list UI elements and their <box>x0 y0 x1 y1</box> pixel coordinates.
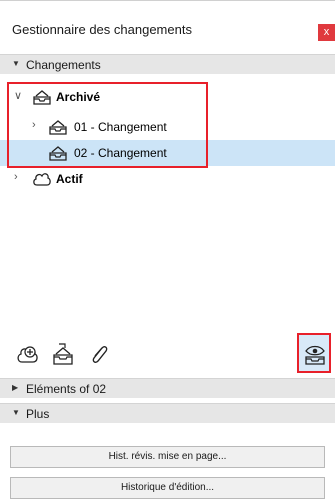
paperclip-icon[interactable] <box>86 342 112 368</box>
section-elements-header[interactable]: ▶ Eléments of 02 <box>0 378 335 398</box>
eye-tray-icon <box>305 345 325 365</box>
cloud-icon <box>32 170 52 188</box>
section-changes-header[interactable]: ▼ Changements <box>0 54 335 74</box>
tree-item-change-02[interactable]: 02 - Changement <box>0 140 335 166</box>
top-border <box>0 0 335 1</box>
archive-tray-icon <box>48 144 68 162</box>
section-more-label: Plus <box>26 407 50 421</box>
show-changes-toggle-button[interactable] <box>297 333 331 373</box>
close-button[interactable]: x <box>318 24 335 41</box>
tree-item-archived[interactable]: ∨ Archivé <box>0 84 335 110</box>
edit-history-button[interactable]: Historique d'édition... <box>10 477 325 499</box>
caret-right-icon: ▶ <box>12 383 19 392</box>
import-tray-icon[interactable] <box>50 342 76 368</box>
tree-item-change-01[interactable]: › 01 - Changement <box>0 114 335 140</box>
chevron-right-icon[interactable]: › <box>14 171 18 183</box>
chevron-right-icon[interactable]: › <box>32 119 36 131</box>
caret-down-icon: ▼ <box>12 59 20 68</box>
tree-item-label: Actif <box>56 172 83 186</box>
panel-title: Gestionnaire des changements <box>12 22 192 37</box>
archive-tray-icon <box>48 118 68 136</box>
section-changes-label: Changements <box>26 58 101 72</box>
section-more-header[interactable]: ▼ Plus <box>0 403 335 423</box>
tree-item-label: Archivé <box>56 90 101 104</box>
tree-item-label: 02 - Changement <box>74 146 167 160</box>
tree-item-label: 01 - Changement <box>74 120 167 134</box>
add-change-icon[interactable] <box>14 342 40 368</box>
changes-toolbar <box>0 334 335 376</box>
archive-tray-icon <box>32 88 52 106</box>
layout-revision-history-button[interactable]: Hist. révis. mise en page... <box>10 446 325 468</box>
panel-titlebar: Gestionnaire des changements x <box>0 0 335 50</box>
section-elements-label: Eléments of 02 <box>26 382 107 396</box>
caret-down-icon: ▼ <box>12 408 20 417</box>
chevron-down-icon[interactable]: ∨ <box>14 89 22 102</box>
changes-tree: ∨ Archivé › 01 - Changement 02 - Changem… <box>0 78 335 328</box>
tree-item-active[interactable]: › Actif <box>0 166 335 192</box>
